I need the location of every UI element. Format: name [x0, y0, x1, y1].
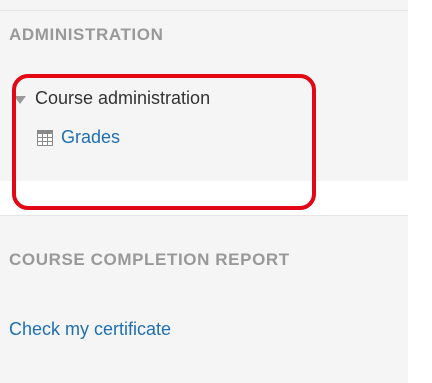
course-administration-node[interactable]: Course administration	[14, 88, 210, 109]
right-gutter	[408, 0, 432, 383]
administration-heading: ADMINISTRATION	[9, 25, 164, 44]
expanded-triangle-icon[interactable]	[14, 95, 26, 104]
block-divider	[0, 215, 408, 216]
grades-link[interactable]: Grades	[61, 127, 120, 148]
check-certificate-link[interactable]: Check my certificate	[9, 319, 171, 340]
page: ADMINISTRATION Course administration Gra…	[0, 0, 432, 383]
grades-table-icon	[37, 129, 53, 146]
administration-block-footer	[0, 181, 408, 215]
course-completion-heading: COURSE COMPLETION REPORT	[9, 250, 290, 269]
grades-item[interactable]: Grades	[37, 127, 120, 148]
course-administration-label[interactable]: Course administration	[35, 88, 210, 109]
